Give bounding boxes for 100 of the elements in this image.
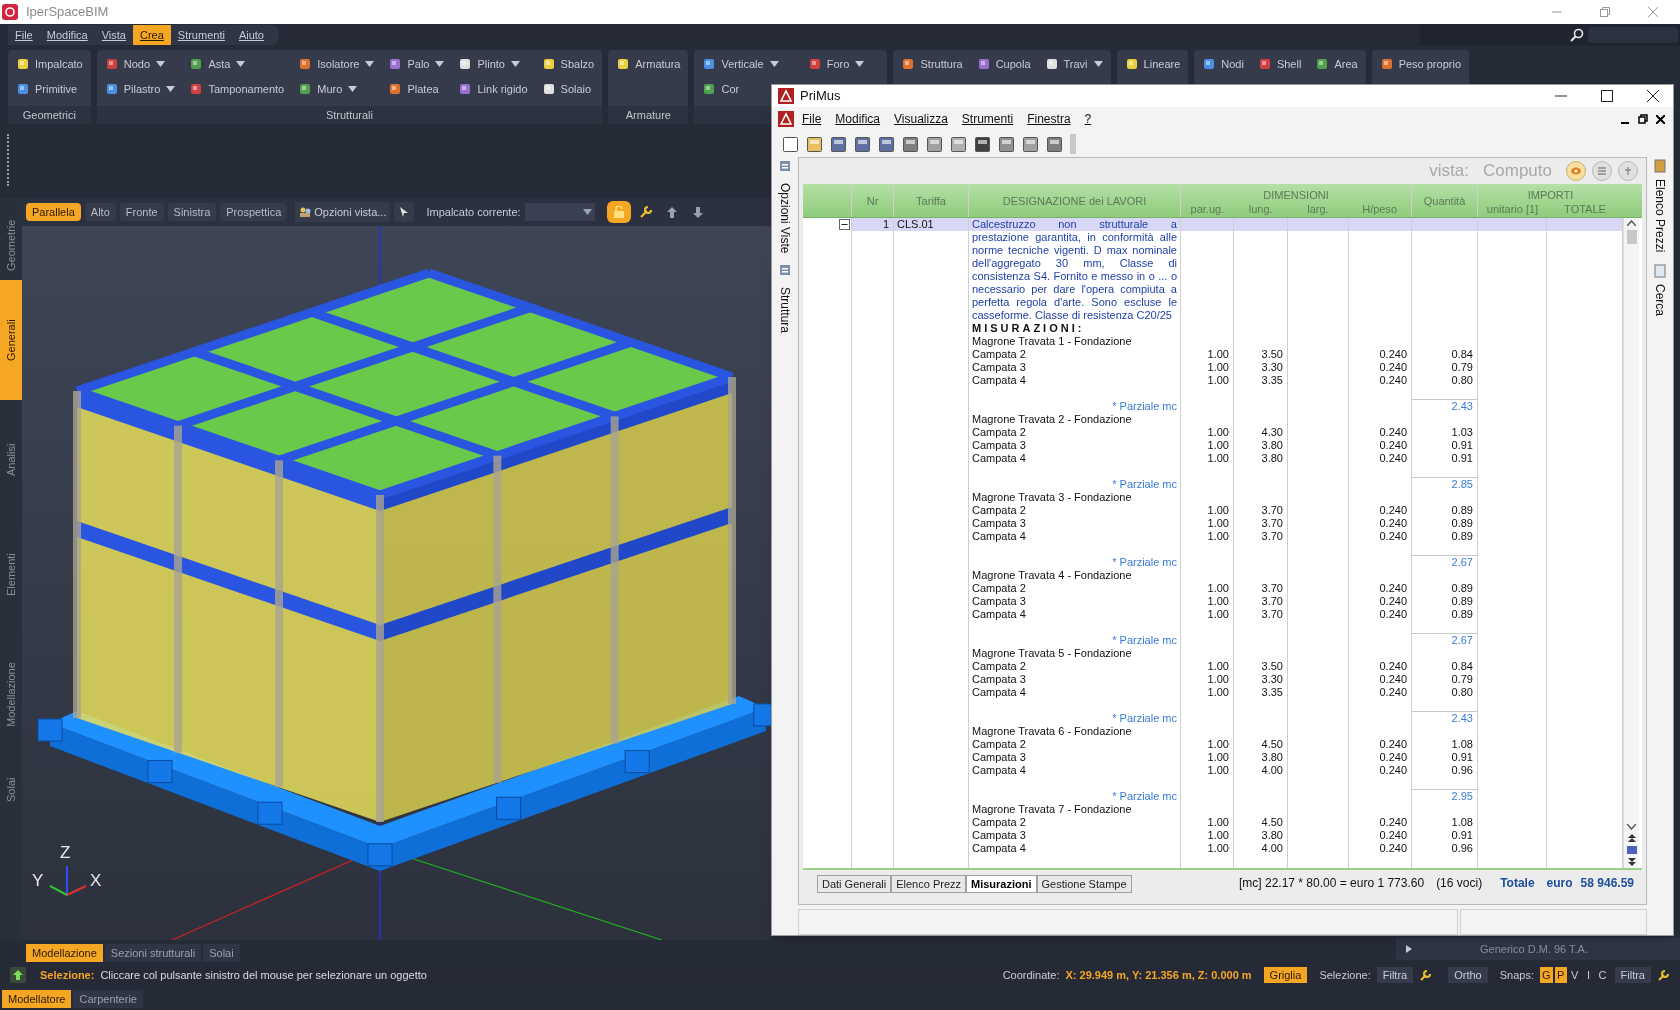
ribbon-button[interactable]: Primitive	[16, 80, 78, 98]
dropdown-caret-icon[interactable]	[156, 61, 165, 67]
side-tab[interactable]: Generali	[0, 280, 22, 400]
ortho-button[interactable]: Ortho	[1448, 967, 1488, 983]
side-tab[interactable]: Analisi	[0, 400, 22, 520]
ribbon-button[interactable]: Tamponamento	[189, 80, 285, 98]
view-tab[interactable]: Fronte	[119, 203, 164, 221]
sheet-tab[interactable]: Misurazioni	[966, 875, 1037, 893]
menu-item[interactable]: Aiuto	[231, 25, 271, 45]
restore-icon[interactable]	[1638, 114, 1648, 124]
menu-item[interactable]: Strumenti	[170, 25, 232, 45]
wrench-icon[interactable]	[1657, 968, 1670, 982]
scroll-up-icon[interactable]	[1627, 220, 1636, 226]
dropdown-caret-icon[interactable]	[769, 61, 779, 67]
snap-toggle[interactable]: I	[1582, 967, 1595, 983]
view-options-button[interactable]: Opzioni vista...	[295, 202, 391, 222]
viewport-tab[interactable]: Sezioni strutturali	[104, 944, 202, 962]
lock-button[interactable]	[606, 201, 631, 223]
new-document-icon[interactable]	[782, 135, 799, 153]
dropdown-caret-icon[interactable]	[365, 61, 375, 67]
ribbon-button[interactable]: Isolatore	[298, 55, 360, 73]
ribbon-button[interactable]: Cor	[702, 80, 740, 98]
toolbar-grip[interactable]	[1070, 134, 1076, 154]
snap-toggle[interactable]: C	[1596, 967, 1609, 983]
ribbon-button[interactable]: Plinto	[458, 55, 505, 73]
filter-button[interactable]: Filtra	[1614, 967, 1651, 983]
maximize-icon[interactable]	[1601, 90, 1613, 102]
viewport-tab[interactable]: Solai	[203, 944, 240, 962]
ribbon-button[interactable]: Sbalzo	[541, 55, 595, 73]
menu-item[interactable]: Strumenti	[955, 110, 1020, 128]
side-panel-tab[interactable]: Opzioni Viste	[776, 183, 794, 254]
3d-viewport[interactable]: Z Y X	[22, 226, 771, 940]
ribbon-button[interactable]: Struttura	[901, 55, 963, 73]
dropdown-caret-icon[interactable]	[435, 61, 445, 67]
grid-button[interactable]: Griglia	[1263, 967, 1308, 983]
side-tab[interactable]: Modellazione	[0, 630, 22, 760]
search-icon[interactable]	[1570, 28, 1584, 42]
scroll-thumb[interactable]	[1626, 230, 1637, 244]
dropdown-caret-icon[interactable]	[582, 209, 592, 215]
ribbon-button[interactable]: Lineare	[1124, 55, 1181, 73]
snap-toggle[interactable]: G	[1540, 967, 1553, 983]
side-tab[interactable]: Geometrie	[0, 210, 22, 280]
ribbon-button[interactable]: Pilastro	[104, 80, 161, 98]
side-tab[interactable]: Solai	[0, 760, 22, 820]
side-panel-tab[interactable]: Elenco Prezzi	[1651, 179, 1669, 253]
ribbon-button[interactable]: Armatura	[616, 55, 681, 73]
ribbon-button[interactable]: Link rigido	[458, 80, 528, 98]
dropdown-caret-icon[interactable]	[1093, 61, 1103, 67]
menu-item[interactable]: Crea	[132, 25, 171, 45]
close-icon[interactable]	[1647, 90, 1659, 102]
side-tab[interactable]: Elementi	[0, 520, 22, 630]
snap-toggle[interactable]: P	[1554, 967, 1567, 983]
dropdown-caret-icon[interactable]	[166, 86, 176, 92]
drag-handle[interactable]	[7, 134, 11, 186]
scrollbar[interactable]	[1623, 218, 1639, 868]
side-panel-tab[interactable]: Cerca	[1651, 284, 1669, 317]
ribbon-button[interactable]: Foro	[807, 55, 850, 73]
ribbon-button[interactable]: Cupola	[976, 55, 1031, 73]
ribbon-button[interactable]: Impalcato	[16, 55, 83, 73]
side-panel-tab[interactable]: Struttura	[776, 287, 794, 334]
snap-toggle[interactable]: V	[1568, 967, 1581, 983]
dropdown-caret-icon[interactable]	[511, 61, 520, 67]
menu-item[interactable]: Finestra	[1021, 110, 1077, 128]
view-tab[interactable]: Parallela	[26, 203, 81, 221]
ribbon-button[interactable]: Muro	[298, 80, 343, 98]
page-down-icon[interactable]	[1627, 858, 1636, 866]
menu-item[interactable]: File	[796, 110, 828, 128]
filter-button[interactable]: Filtra	[1376, 967, 1414, 983]
ribbon-button[interactable]: Nodi	[1202, 55, 1244, 73]
dropdown-caret-icon[interactable]	[236, 61, 246, 67]
menu-item[interactable]: Vista	[94, 25, 133, 45]
ribbon-button[interactable]: Travi	[1044, 55, 1088, 73]
sheet-tab[interactable]: Dati Generali	[817, 875, 892, 893]
selected-row-highlight[interactable]	[852, 218, 1623, 231]
ribbon-button[interactable]: Palo	[388, 55, 430, 73]
scroll-down-icon[interactable]	[1627, 824, 1636, 830]
ribbon-button[interactable]: Asta	[189, 55, 231, 73]
menu-item[interactable]: Modifica	[829, 110, 887, 128]
sheet-tab[interactable]: Gestione Stampe	[1036, 875, 1132, 893]
ribbon-button[interactable]: Platea	[388, 80, 439, 98]
bottom-tab[interactable]: Carpenterie	[73, 990, 143, 1008]
page-up-icon[interactable]	[1627, 834, 1636, 842]
bottom-tab[interactable]: Modellatore	[2, 990, 72, 1008]
ribbon-button[interactable]: Solaio	[541, 80, 592, 98]
dropdown-caret-icon[interactable]	[348, 86, 358, 92]
dropdown-caret-icon[interactable]	[855, 61, 865, 67]
cursor-button[interactable]	[394, 202, 415, 222]
viewport-tab[interactable]: Modellazione	[26, 944, 103, 962]
sheet-tab[interactable]: Elenco Prezz	[891, 875, 966, 893]
menu-item[interactable]: File	[8, 25, 40, 45]
ribbon-button[interactable]: Area	[1315, 55, 1358, 73]
menu-item[interactable]: Visualizza	[888, 110, 954, 128]
ribbon-button[interactable]: Peso proprio	[1379, 55, 1461, 73]
menu-item[interactable]: ?	[1078, 110, 1098, 128]
floor-dropdown[interactable]	[524, 203, 595, 221]
wrench-icon[interactable]	[1419, 968, 1433, 982]
view-tab[interactable]: Sinistra	[167, 203, 217, 221]
close-icon[interactable]	[1656, 114, 1665, 124]
ribbon-button[interactable]: Shell	[1257, 55, 1302, 73]
view-tab[interactable]: Alto	[84, 203, 116, 221]
